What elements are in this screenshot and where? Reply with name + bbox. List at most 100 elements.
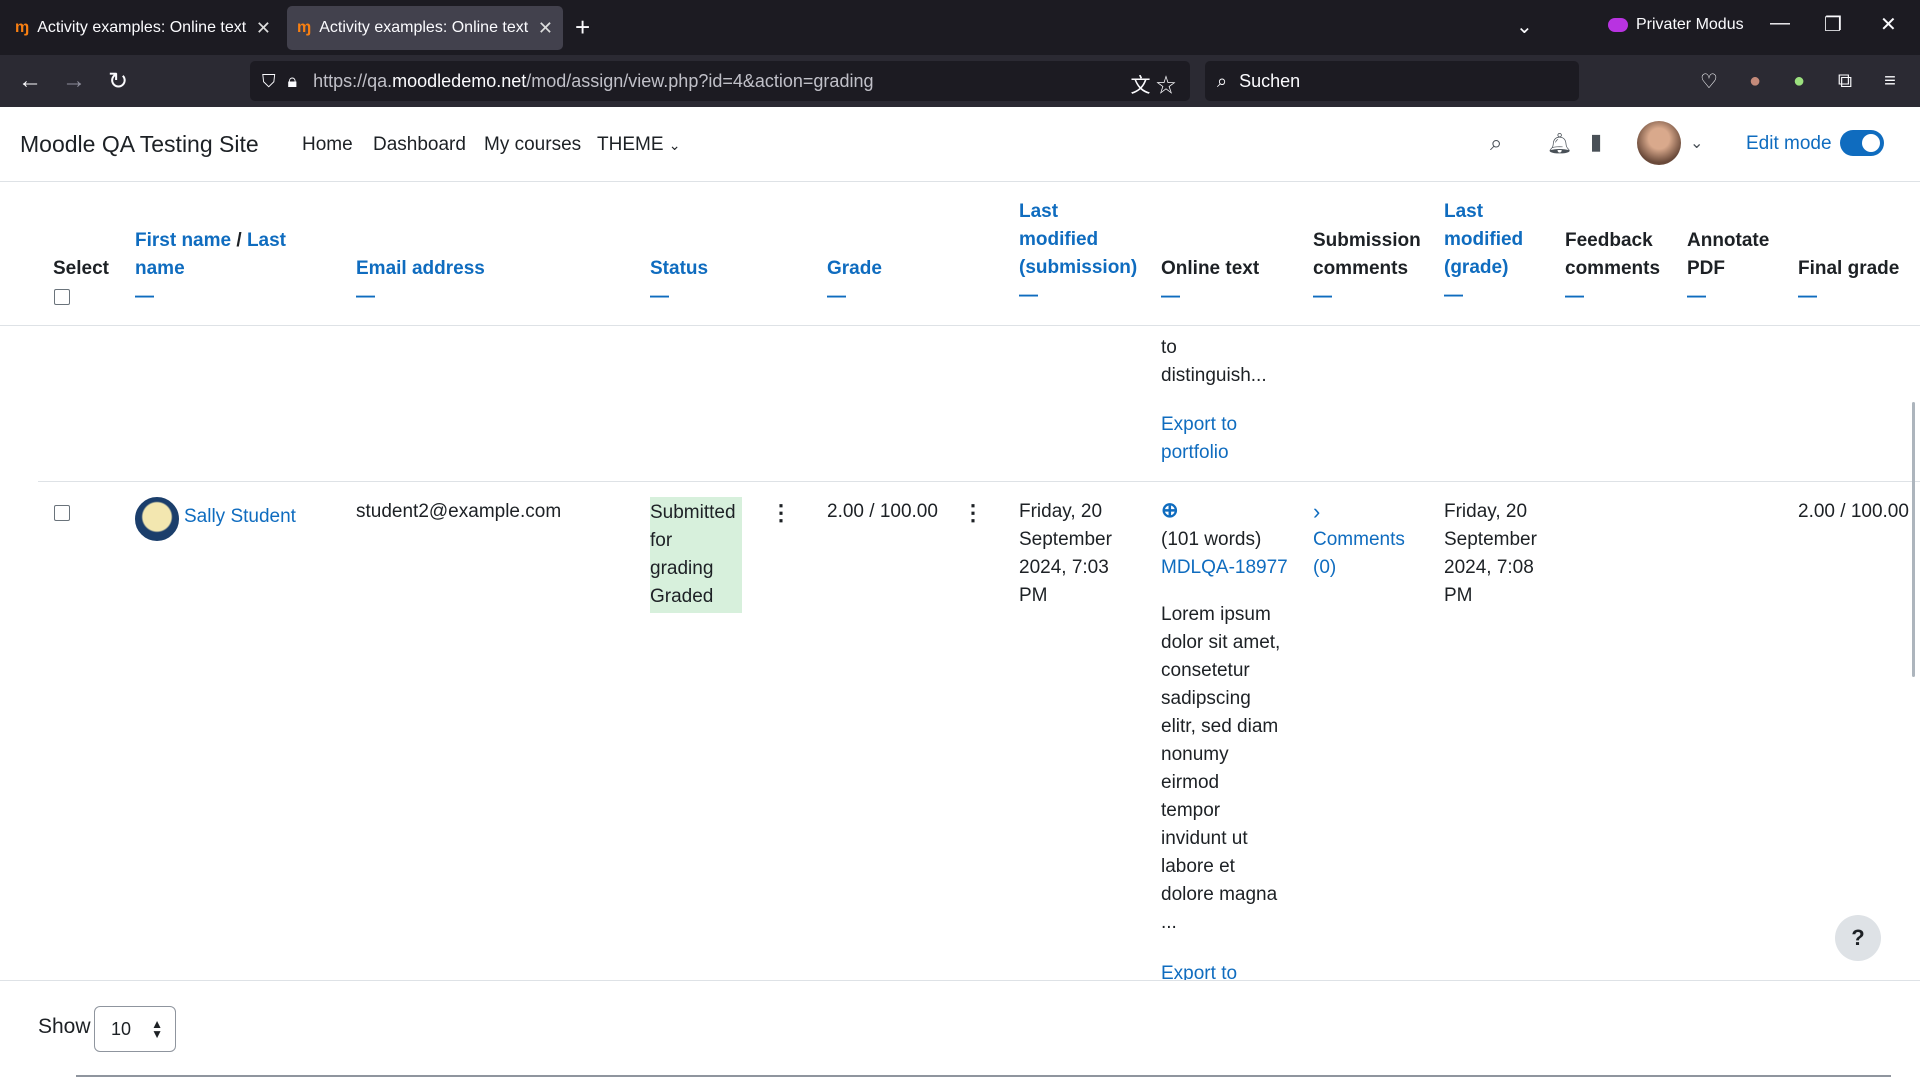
- list-tabs-chevron-icon[interactable]: ⌄: [1516, 14, 1533, 39]
- word-count: (101 words): [1161, 529, 1262, 550]
- header-select: Select: [53, 258, 109, 279]
- user-avatar[interactable]: [1637, 121, 1681, 165]
- comments-link[interactable]: Comments (0): [1313, 526, 1405, 582]
- prev-export-portfolio-link[interactable]: Export to portfolio: [1161, 411, 1237, 467]
- tab-title: Activity examples: Online text a: [319, 19, 532, 36]
- grade-value: 2.00 / 100.00: [827, 501, 938, 522]
- site-name[interactable]: Moodle QA Testing Site: [20, 131, 259, 158]
- extension-shield-icon[interactable]: ●: [1787, 69, 1811, 93]
- search-bar[interactable]: ⌕ Suchen: [1205, 61, 1579, 101]
- lock-icon[interactable]: 🔒︎: [288, 71, 298, 92]
- minimize-icon[interactable]: —: [1770, 12, 1790, 35]
- zoom-in-icon[interactable]: ⊕: [1161, 497, 1179, 525]
- header-email[interactable]: Email address —: [356, 255, 485, 311]
- table-footer: Show 10 ▲ ▼: [0, 980, 1920, 1080]
- collapse-column-icon[interactable]: —: [1313, 283, 1421, 311]
- row-divider: [38, 481, 1920, 482]
- prev-online-text: to distinguish...: [1161, 337, 1267, 386]
- row-select-checkbox[interactable]: [54, 505, 70, 521]
- toggle-knob: [1862, 134, 1880, 152]
- show-label: Show: [38, 1015, 91, 1038]
- bell-icon[interactable]: 🔔︎: [1547, 131, 1572, 156]
- collapse-column-icon[interactable]: —: [827, 283, 882, 311]
- select-arrows-icon: ▲ ▼: [151, 1017, 163, 1041]
- pocket-icon[interactable]: ♡: [1697, 69, 1721, 93]
- status-actions-kebab-icon[interactable]: ⋮: [770, 500, 792, 526]
- restore-icon[interactable]: ❐: [1824, 12, 1842, 37]
- back-arrow-icon[interactable]: ←: [18, 67, 42, 95]
- header-submission-comments: Submission comments —: [1313, 227, 1421, 311]
- header-final-grade: Final grade —: [1798, 255, 1899, 311]
- vertical-scrollbar[interactable]: [1912, 402, 1915, 677]
- close-tab-icon[interactable]: ✕: [538, 18, 553, 39]
- private-mask-icon: [1608, 18, 1628, 32]
- online-text-content: Lorem ipsum dolor sit amet, consetetur s…: [1161, 604, 1281, 933]
- search-icon[interactable]: ⌕: [1490, 130, 1502, 156]
- collapse-column-icon[interactable]: —: [1019, 282, 1137, 310]
- moodle-favicon-icon: ɱ: [297, 19, 312, 36]
- header-online-text: Online text —: [1161, 255, 1259, 311]
- chevron-down-icon[interactable]: ⌄: [1690, 133, 1703, 153]
- collapse-column-icon[interactable]: —: [1565, 283, 1660, 311]
- moodle-header: Moodle QA Testing Site Home Dashboard My…: [0, 107, 1920, 182]
- edit-mode-label: Edit mode: [1746, 133, 1832, 154]
- extension-avatar-icon[interactable]: ●: [1743, 69, 1767, 93]
- student-avatar[interactable]: [135, 497, 179, 541]
- per-page-select[interactable]: 10 ▲ ▼: [94, 1006, 176, 1052]
- header-grade[interactable]: Grade —: [827, 255, 882, 311]
- tab-title: Activity examples: Online text a: [37, 19, 250, 36]
- url-text[interactable]: https://qa.moodledemo.net/mod/assign/vie…: [313, 71, 873, 92]
- translate-star-icons[interactable]: 文 ☆: [1130, 69, 1176, 98]
- private-mode-indicator: Privater Modus: [1608, 16, 1744, 34]
- address-bar[interactable]: ⛉ 🔒︎ https://qa.moodledemo.net/mod/assig…: [250, 61, 1190, 101]
- private-mode-label: Privater Modus: [1636, 16, 1744, 33]
- header-last-modified-grade[interactable]: Last modified (grade) —: [1444, 198, 1523, 310]
- status-badge: Submitted for grading Graded: [650, 497, 742, 613]
- attachment-link[interactable]: MDLQA-18977: [1161, 554, 1288, 582]
- reload-icon[interactable]: ↻: [108, 67, 128, 96]
- nav-home[interactable]: Home: [302, 134, 353, 156]
- final-grade-value: 2.00 / 100.00: [1798, 501, 1909, 522]
- chevron-right-icon[interactable]: ›: [1313, 498, 1320, 526]
- collapse-column-icon[interactable]: —: [1798, 283, 1899, 311]
- collapse-column-icon[interactable]: —: [135, 283, 286, 311]
- last-modified-submission: Friday, 20 September 2024, 7:03 PM: [1019, 501, 1112, 606]
- nav-my-courses[interactable]: My courses: [484, 134, 581, 156]
- close-tab-icon[interactable]: ✕: [256, 18, 271, 39]
- moodle-favicon-icon: ɱ: [15, 19, 30, 36]
- browser-tab-1[interactable]: ɱ Activity examples: Online text a ✕: [5, 6, 281, 50]
- forward-arrow-icon[interactable]: →: [62, 67, 86, 95]
- extensions-puzzle-icon[interactable]: ⧉: [1833, 69, 1857, 93]
- edit-mode-toggle[interactable]: [1840, 130, 1884, 156]
- close-window-icon[interactable]: ✕: [1880, 12, 1897, 37]
- collapse-column-icon[interactable]: —: [650, 283, 708, 311]
- per-page-value: 10: [111, 1018, 132, 1039]
- help-button[interactable]: ?: [1835, 915, 1881, 961]
- header-annotate-pdf: Annotate PDF —: [1687, 227, 1769, 311]
- new-tab-button[interactable]: +: [575, 12, 590, 43]
- header-name[interactable]: First name / Last name —: [135, 227, 286, 311]
- browser-tab-bar: ɱ Activity examples: Online text a ✕ ɱ A…: [0, 0, 1920, 55]
- last-modified-grade: Friday, 20 September 2024, 7:08 PM: [1444, 501, 1537, 606]
- browser-tab-2[interactable]: ɱ Activity examples: Online text a ✕: [287, 6, 563, 50]
- menu-hamburger-icon[interactable]: ≡: [1878, 69, 1902, 93]
- search-icon: ⌕: [1217, 70, 1228, 91]
- collapse-column-icon[interactable]: —: [1444, 282, 1523, 310]
- footer-divider: [76, 1075, 1891, 1077]
- grade-actions-kebab-icon[interactable]: ⋮: [962, 500, 984, 526]
- select-all-checkbox[interactable]: [54, 289, 70, 305]
- student-name-link[interactable]: Sally Student: [184, 503, 296, 531]
- shield-icon[interactable]: ⛉: [262, 71, 276, 92]
- nav-theme[interactable]: THEME ⌄: [597, 134, 681, 156]
- collapse-column-icon[interactable]: —: [1687, 283, 1769, 311]
- messages-icon[interactable]: ▮: [1590, 129, 1602, 155]
- header-feedback-comments: Feedback comments —: [1565, 227, 1660, 311]
- header-status[interactable]: Status —: [650, 255, 708, 311]
- browser-toolbar: ← → ↻ ⛉ 🔒︎ https://qa.moodledemo.net/mod…: [0, 55, 1920, 107]
- nav-dashboard[interactable]: Dashboard: [373, 134, 466, 156]
- chevron-down-icon: ⌄: [668, 137, 681, 153]
- collapse-column-icon[interactable]: —: [1161, 283, 1259, 311]
- collapse-column-icon[interactable]: —: [356, 283, 485, 311]
- student-email: student2@example.com: [356, 501, 562, 522]
- header-last-modified-submission[interactable]: Last modified (submission) —: [1019, 198, 1137, 310]
